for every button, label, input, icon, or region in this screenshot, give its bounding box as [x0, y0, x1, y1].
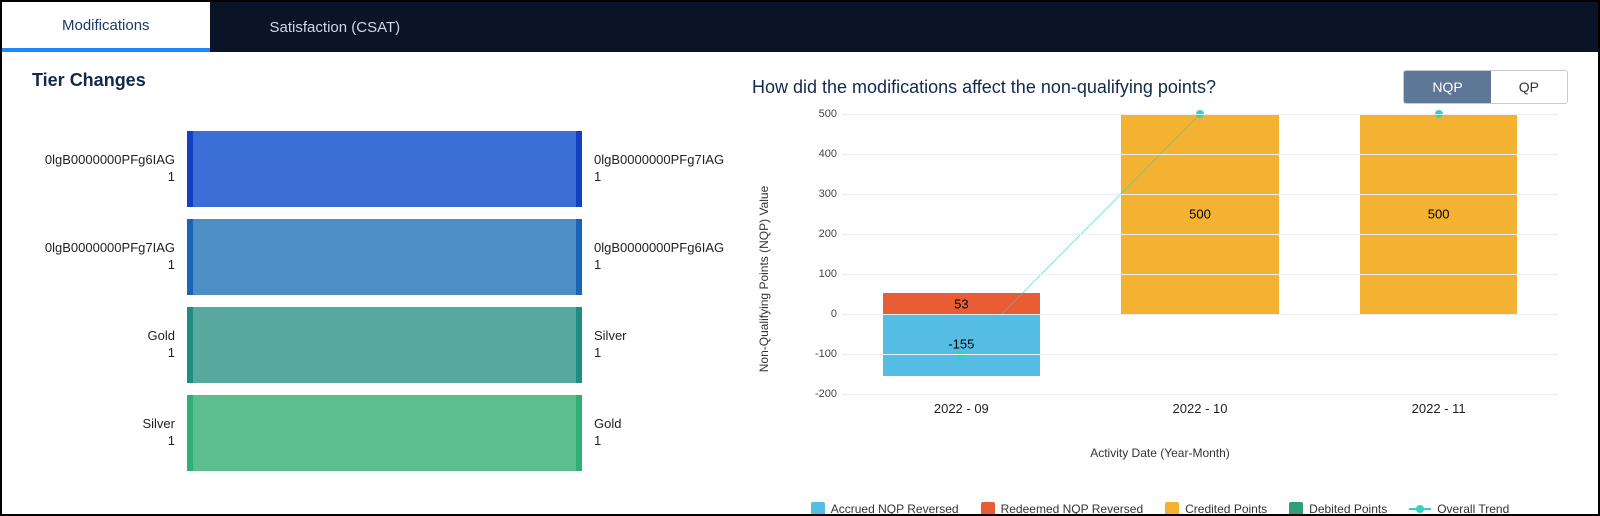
x-tick: 2022 - 11: [1412, 401, 1466, 416]
y-tick: 200: [802, 228, 837, 240]
tier-bar-fill: [193, 307, 576, 383]
tier-bar: [187, 307, 582, 383]
tier-bar-fill: [193, 395, 576, 471]
legend: Accrued NQP Reversed Redeemed NQP Revers…: [752, 502, 1568, 516]
toggle-nqp[interactable]: NQP: [1404, 71, 1490, 103]
y-tick: 100: [802, 268, 837, 280]
trend-points-layer: [842, 114, 1558, 394]
legend-credited-label: Credited Points: [1185, 502, 1267, 516]
y-tick: 0: [802, 308, 837, 320]
x-tick: 2022 - 10: [1173, 401, 1228, 416]
tier-bar-fill: [193, 219, 576, 295]
tier-bar: [187, 395, 582, 471]
tier-bar: [187, 219, 582, 295]
toggle-qp[interactable]: QP: [1491, 71, 1567, 103]
tab-csat[interactable]: Satisfaction (CSAT): [210, 2, 461, 52]
grid-line: [842, 234, 1558, 235]
grid-line: [842, 394, 1558, 395]
tier-right-label: Gold1: [582, 416, 732, 450]
nqp-title: How did the modifications affect the non…: [752, 77, 1216, 98]
y-axis-label: Non-Qualifying Points (NQP) Value: [757, 186, 771, 373]
tier-left-label: 0lgB0000000PFg6IAG1: [32, 152, 187, 186]
tier-left-label: Gold1: [32, 328, 187, 362]
grid-line: [842, 114, 1558, 115]
x-axis-label: Activity Date (Year-Month): [752, 446, 1568, 460]
legend-trend: Overall Trend: [1409, 502, 1509, 516]
tier-left-label: Silver1: [32, 416, 187, 450]
tier-bar: [187, 131, 582, 207]
tier-bar-fill: [193, 131, 576, 207]
tier-changes-panel: Tier Changes 0lgB0000000PFg6IAG1 0lgB000…: [32, 70, 732, 516]
tab-bar: Modifications Satisfaction (CSAT): [2, 2, 1598, 52]
tab-modifications[interactable]: Modifications: [2, 2, 210, 52]
tier-changes-title: Tier Changes: [32, 70, 732, 91]
swatch-credited: [1165, 502, 1179, 516]
y-tick: -200: [802, 388, 837, 400]
tier-row: 0lgB0000000PFg7IAG1 0lgB0000000PFg6IAG1: [32, 219, 732, 295]
tier-left-label: 0lgB0000000PFg7IAG1: [32, 240, 187, 274]
tier-row: 0lgB0000000PFg6IAG1 0lgB0000000PFg7IAG1: [32, 131, 732, 207]
legend-redeemed-label: Redeemed NQP Reversed: [1001, 502, 1144, 516]
tier-rows-container: 0lgB0000000PFg6IAG1 0lgB0000000PFg7IAG1 …: [32, 121, 732, 471]
nqp-qp-toggle: NQP QP: [1403, 70, 1568, 104]
nqp-chart: Non-Qualifying Points (NQP) Value -15553…: [802, 114, 1558, 444]
y-tick: 300: [802, 188, 837, 200]
tier-right-label: Silver1: [582, 328, 732, 362]
y-tick: 500: [802, 108, 837, 120]
nqp-header: How did the modifications affect the non…: [752, 70, 1568, 104]
content-area: Tier Changes 0lgB0000000PFg6IAG1 0lgB000…: [2, 52, 1598, 516]
tier-right-label: 0lgB0000000PFg7IAG1: [582, 152, 732, 186]
tier-right-label: 0lgB0000000PFg6IAG1: [582, 240, 732, 274]
grid-line: [842, 154, 1558, 155]
grid-line: [842, 274, 1558, 275]
legend-trend-label: Overall Trend: [1437, 502, 1509, 516]
swatch-accrued: [811, 502, 825, 516]
swatch-redeemed: [981, 502, 995, 516]
dashboard-frame: Modifications Satisfaction (CSAT) Tier C…: [0, 0, 1600, 516]
grid-line: [842, 354, 1558, 355]
y-tick: -100: [802, 348, 837, 360]
nqp-panel: How did the modifications affect the non…: [752, 70, 1568, 516]
y-tick: 400: [802, 148, 837, 160]
tier-row: Gold1 Silver1: [32, 307, 732, 383]
legend-redeemed: Redeemed NQP Reversed: [981, 502, 1144, 516]
grid-line: [842, 194, 1558, 195]
tier-row: Silver1 Gold1: [32, 395, 732, 471]
x-tick: 2022 - 09: [934, 401, 989, 416]
grid-line: [842, 314, 1558, 315]
legend-debited-label: Debited Points: [1309, 502, 1387, 516]
legend-accrued: Accrued NQP Reversed: [811, 502, 959, 516]
legend-accrued-label: Accrued NQP Reversed: [831, 502, 959, 516]
swatch-trend: [1409, 508, 1431, 510]
swatch-debited: [1289, 502, 1303, 516]
legend-debited: Debited Points: [1289, 502, 1387, 516]
legend-credited: Credited Points: [1165, 502, 1267, 516]
plot-area: -15553500500 -200-1000100200300400500202…: [842, 114, 1558, 394]
